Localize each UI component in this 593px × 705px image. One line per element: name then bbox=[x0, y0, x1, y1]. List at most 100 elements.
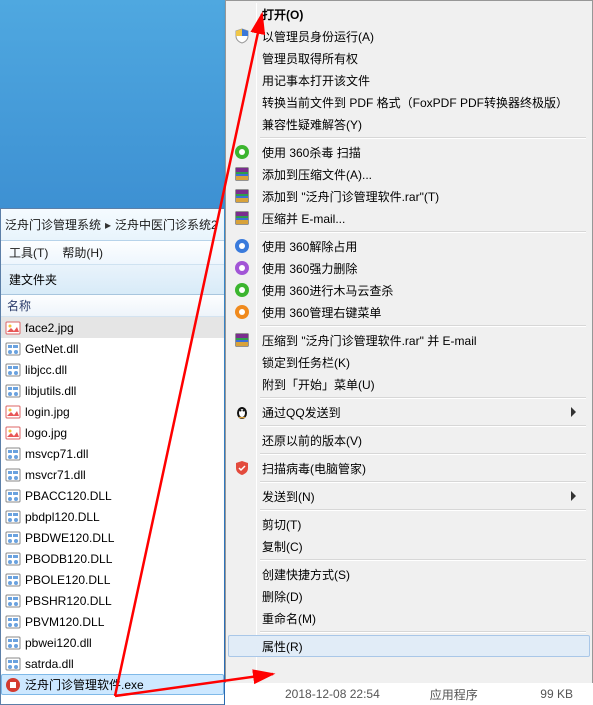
context-menu[interactable]: 打开(O) 以管理员身份运行(A) 管理员取得所有权用记事本打开该文件转换当前文件到… bbox=[225, 0, 593, 705]
file-name: PBOLE120.DLL bbox=[25, 573, 110, 587]
menu-help[interactable]: 帮助(H) bbox=[62, 244, 103, 261]
menu-item[interactable]: 打开(O) bbox=[228, 3, 590, 25]
status-size: 99 KB bbox=[530, 687, 593, 701]
file-name: PBODB120.DLL bbox=[25, 552, 112, 566]
menu-item[interactable]: 添加到压缩文件(A)... bbox=[228, 163, 590, 185]
shield-icon bbox=[234, 28, 250, 44]
breadcrumb[interactable]: 泛舟门诊管理系统 bbox=[5, 216, 101, 233]
menu-item[interactable]: 创建快捷方式(S) bbox=[228, 563, 590, 585]
menu-item[interactable]: 还原以前的版本(V) bbox=[228, 429, 590, 451]
menu-item[interactable]: 通过QQ发送到 bbox=[228, 401, 590, 423]
menu-item-label: 使用 360管理右键菜单 bbox=[262, 304, 381, 321]
menu-item-label: 管理员取得所有权 bbox=[262, 50, 358, 67]
menu-item[interactable]: 删除(D) bbox=[228, 585, 590, 607]
file-row[interactable]: pbdpl120.DLL bbox=[1, 506, 224, 527]
img-icon bbox=[5, 425, 21, 441]
file-row[interactable]: PBACC120.DLL bbox=[1, 485, 224, 506]
file-row[interactable]: logo.jpg bbox=[1, 422, 224, 443]
menu-item[interactable]: 扫描病毒(电脑管家) bbox=[228, 457, 590, 479]
menu-item-label: 属性(R) bbox=[262, 638, 303, 655]
status-row: 2018-12-08 22:54 应用程序 99 KB bbox=[225, 683, 593, 705]
column-header-name[interactable]: 名称 bbox=[1, 295, 224, 317]
dll-icon bbox=[5, 362, 21, 378]
file-row[interactable]: GetNet.dll bbox=[1, 338, 224, 359]
file-name: msvcr71.dll bbox=[25, 468, 86, 482]
menu-item[interactable]: 添加到 "泛舟门诊管理软件.rar"(T) bbox=[228, 185, 590, 207]
menu-item[interactable]: 剪切(T) bbox=[228, 513, 590, 535]
file-name: satrda.dll bbox=[25, 657, 74, 671]
menu-item[interactable]: 管理员取得所有权 bbox=[228, 47, 590, 69]
menu-item[interactable]: 用记事本打开该文件 bbox=[228, 69, 590, 91]
new-folder-button[interactable]: 建文件夹 bbox=[9, 271, 57, 288]
dll-icon bbox=[5, 635, 21, 651]
dll-icon bbox=[5, 341, 21, 357]
submenu-arrow-icon bbox=[570, 406, 578, 421]
status-date: 2018-12-08 22:54 bbox=[275, 687, 390, 701]
address-bar[interactable]: 泛舟门诊管理系统 ▸ 泛舟中医门诊系统2 bbox=[1, 209, 224, 241]
breadcrumb[interactable]: 泛舟中医门诊系统2 bbox=[115, 216, 218, 233]
menu-item-label: 添加到 "泛舟门诊管理软件.rar"(T) bbox=[262, 188, 439, 205]
file-row[interactable]: pbwei120.dll bbox=[1, 632, 224, 653]
file-row[interactable]: face2.jpg bbox=[1, 317, 224, 338]
menu-item-label: 使用 360强力删除 bbox=[262, 260, 357, 277]
dll-icon bbox=[5, 488, 21, 504]
dll-icon bbox=[5, 467, 21, 483]
menu-item[interactable]: 转换当前文件到 PDF 格式（FoxPDF PDF转换器终极版） bbox=[228, 91, 590, 113]
menu-item-label: 锁定到任务栏(K) bbox=[262, 354, 350, 371]
file-list[interactable]: face2.jpgGetNet.dlllibjcc.dll libjutils.d… bbox=[1, 317, 224, 695]
file-row[interactable]: PBVM120.DLL bbox=[1, 611, 224, 632]
menu-item[interactable]: 使用 360杀毒 扫描 bbox=[228, 141, 590, 163]
dll-icon bbox=[5, 551, 21, 567]
menu-item[interactable]: 以管理员身份运行(A) bbox=[228, 25, 590, 47]
file-row[interactable]: msvcr71.dll bbox=[1, 464, 224, 485]
file-row[interactable]: 泛舟门诊管理软件.exe bbox=[1, 674, 224, 695]
menu-item[interactable]: 压缩到 "泛舟门诊管理软件.rar" 并 E-mail bbox=[228, 329, 590, 351]
menu-item-label: 打开(O) bbox=[262, 6, 303, 23]
toolbar[interactable]: 建文件夹 bbox=[1, 265, 224, 295]
menu-item[interactable]: 兼容性疑难解答(Y) bbox=[228, 113, 590, 135]
menu-item[interactable]: 使用 360强力删除 bbox=[228, 257, 590, 279]
dll-icon bbox=[5, 614, 21, 630]
file-name: libjutils.dll bbox=[25, 384, 76, 398]
menu-item[interactable]: 发送到(N) bbox=[228, 485, 590, 507]
green-icon bbox=[234, 144, 250, 160]
menu-item[interactable]: 使用 360管理右键菜单 bbox=[228, 301, 590, 323]
dll-icon bbox=[5, 656, 21, 672]
menu-item[interactable]: 附到「开始」菜单(U) bbox=[228, 373, 590, 395]
explorer-window[interactable]: 泛舟门诊管理系统 ▸ 泛舟中医门诊系统2 工具(T) 帮助(H) 建文件夹 名称… bbox=[0, 208, 224, 705]
file-row[interactable]: libjcc.dll bbox=[1, 359, 224, 380]
file-row[interactable]: PBODB120.DLL bbox=[1, 548, 224, 569]
menu-item-label: 使用 360进行木马云查杀 bbox=[262, 282, 393, 299]
menu-bar[interactable]: 工具(T) 帮助(H) bbox=[1, 241, 224, 265]
file-name: PBACC120.DLL bbox=[25, 489, 112, 503]
menu-item[interactable]: 压缩并 E-mail... bbox=[228, 207, 590, 229]
menu-item-label: 使用 360解除占用 bbox=[262, 238, 357, 255]
menu-item-label: 扫描病毒(电脑管家) bbox=[262, 460, 366, 477]
qq-icon bbox=[234, 404, 250, 420]
file-name: pbdpl120.DLL bbox=[25, 510, 100, 524]
menu-item-label: 附到「开始」菜单(U) bbox=[262, 376, 375, 393]
redshield-icon bbox=[234, 460, 250, 476]
menu-item[interactable]: 重命名(M) bbox=[228, 607, 590, 629]
menu-item-label: 兼容性疑难解答(Y) bbox=[262, 116, 362, 133]
menu-item[interactable]: 锁定到任务栏(K) bbox=[228, 351, 590, 373]
file-row[interactable]: PBSHR120.DLL bbox=[1, 590, 224, 611]
menu-item-label: 添加到压缩文件(A)... bbox=[262, 166, 372, 183]
menu-item[interactable]: 复制(C) bbox=[228, 535, 590, 557]
rar-icon bbox=[234, 166, 250, 182]
file-row[interactable]: libjutils.dll bbox=[1, 380, 224, 401]
menu-tools[interactable]: 工具(T) bbox=[9, 244, 48, 261]
menu-item-label: 以管理员身份运行(A) bbox=[262, 28, 374, 45]
menu-item[interactable]: 使用 360解除占用 bbox=[228, 235, 590, 257]
file-row[interactable]: PBOLE120.DLL bbox=[1, 569, 224, 590]
file-row[interactable]: login.jpg bbox=[1, 401, 224, 422]
menu-item-label: 重命名(M) bbox=[262, 610, 316, 627]
file-row[interactable]: msvcp71.dll bbox=[1, 443, 224, 464]
menu-item[interactable]: 属性(R) bbox=[228, 635, 590, 657]
file-row[interactable]: PBDWE120.DLL bbox=[1, 527, 224, 548]
menu-item[interactable]: 使用 360进行木马云查杀 bbox=[228, 279, 590, 301]
menu-item-label: 剪切(T) bbox=[262, 516, 301, 533]
submenu-arrow-icon bbox=[570, 490, 578, 505]
blue-icon bbox=[234, 238, 250, 254]
file-row[interactable]: satrda.dll bbox=[1, 653, 224, 674]
